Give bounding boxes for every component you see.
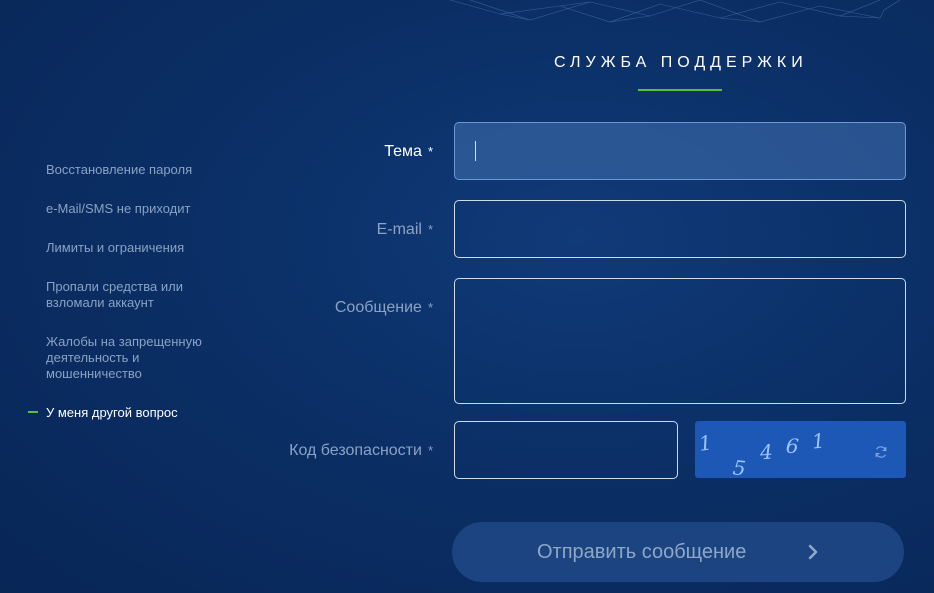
sidebar-item-email-sms[interactable]: e-Mail/SMS не приходит <box>46 201 226 217</box>
title-underline <box>638 89 722 91</box>
active-item-marker <box>28 411 38 413</box>
sidebar-item-complaints[interactable]: Жалобы на запрещенную деятельность и мош… <box>46 334 221 382</box>
page-title: СЛУЖБА ПОДДЕРЖКИ <box>554 54 808 71</box>
background-network-pattern <box>449 0 901 23</box>
sidebar-item-other-question[interactable]: У меня другой вопрос <box>46 405 226 421</box>
subject-input[interactable] <box>454 122 906 180</box>
chevron-right-icon <box>808 544 818 560</box>
message-textarea[interactable] <box>454 278 906 404</box>
captcha-digit: 4 <box>759 439 774 465</box>
captcha-digit: 1 <box>810 428 826 454</box>
required-mark: * <box>427 222 433 237</box>
sidebar-item-limits[interactable]: Лимиты и ограничения <box>46 240 226 256</box>
captcha-digit: 6 <box>784 433 800 459</box>
email-input[interactable] <box>454 200 906 258</box>
security-code-label: Код безопасности * <box>289 442 433 459</box>
submit-label: Отправить сообщение <box>537 541 747 563</box>
message-label: Сообщение * <box>334 299 433 316</box>
email-label: E-mail * <box>376 221 433 238</box>
required-mark: * <box>427 144 433 159</box>
security-code-input[interactable] <box>454 421 678 479</box>
required-mark: * <box>427 443 433 458</box>
captcha-digit: 5 <box>731 455 747 481</box>
submit-button[interactable]: Отправить сообщение <box>452 522 904 582</box>
refresh-icon[interactable] <box>874 445 888 459</box>
sidebar-item-password-recovery[interactable]: Восстановление пароля <box>46 162 226 178</box>
sidebar-item-lost-funds[interactable]: Пропали средства или взломали аккаунт <box>46 279 211 311</box>
subject-label: Тема * <box>384 143 433 160</box>
text-caret <box>475 141 476 161</box>
required-mark: * <box>427 300 433 315</box>
